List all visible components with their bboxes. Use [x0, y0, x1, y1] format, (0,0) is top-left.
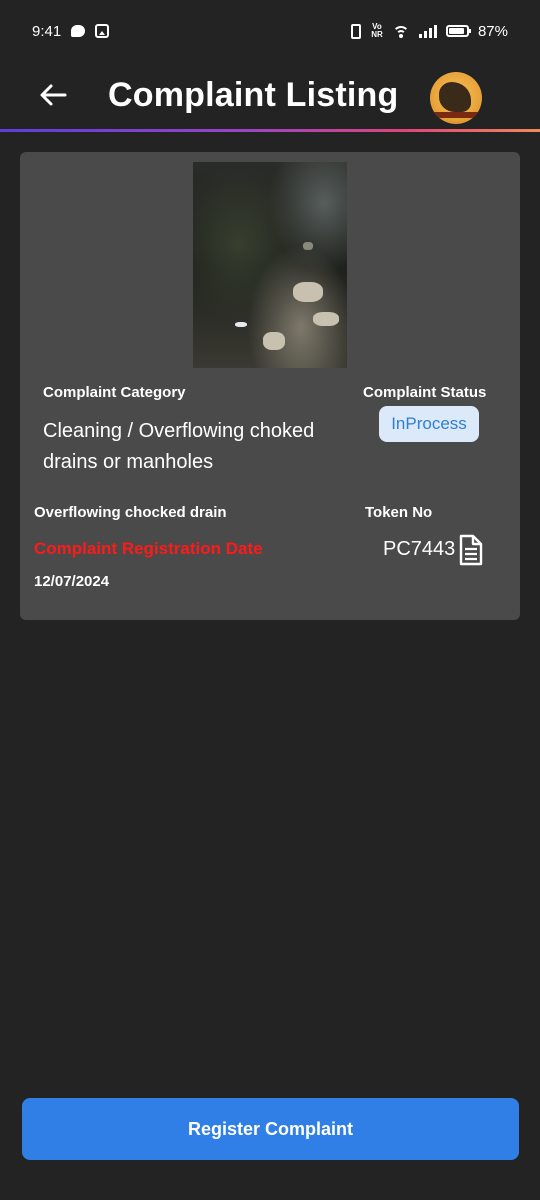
message-notification-icon — [71, 25, 86, 37]
header-divider — [0, 129, 540, 132]
token-value: PC7443 — [383, 538, 456, 560]
network-type-icon: Vo NR — [371, 22, 383, 39]
status-label: Complaint Status — [363, 384, 487, 401]
battery-icon — [445, 25, 471, 37]
complaint-description: Overflowing chocked drain — [34, 504, 227, 521]
register-complaint-button[interactable]: Register Complaint — [22, 1098, 519, 1160]
category-value: Cleaning / Overflowing choked drains or … — [43, 420, 315, 473]
status-right: Vo NR 87% — [350, 22, 508, 40]
registration-date-value: 12/07/2024 — [34, 573, 110, 590]
complaint-photo[interactable] — [193, 162, 347, 368]
gallery-notification-icon — [95, 24, 110, 38]
arrow-left-icon — [40, 84, 67, 106]
page-title: Complaint Listing — [108, 76, 399, 114]
back-button[interactable] — [36, 78, 70, 112]
status-badge: InProcess — [379, 406, 479, 442]
complaint-card[interactable]: Complaint Category Cleaning / Overflowin… — [20, 152, 520, 620]
token-label: Token No — [365, 504, 433, 521]
vibrate-icon — [350, 23, 361, 39]
municipal-logo — [430, 72, 482, 124]
status-time: 9:41 — [32, 22, 62, 40]
logo-figure — [439, 82, 471, 112]
wifi-icon — [392, 25, 410, 38]
status-left: 9:41 — [32, 22, 110, 40]
copy-document-icon[interactable] — [458, 534, 484, 566]
signal-icon — [418, 24, 437, 38]
status-bar: 9:41 Vo NR 87% — [0, 0, 540, 62]
category-label: Complaint Category — [43, 384, 186, 401]
app-bar: Complaint Listing — [0, 62, 540, 130]
registration-date-label: Complaint Registration Date — [34, 539, 263, 558]
logo-band — [430, 112, 482, 118]
battery-percent: 87% — [477, 22, 508, 40]
